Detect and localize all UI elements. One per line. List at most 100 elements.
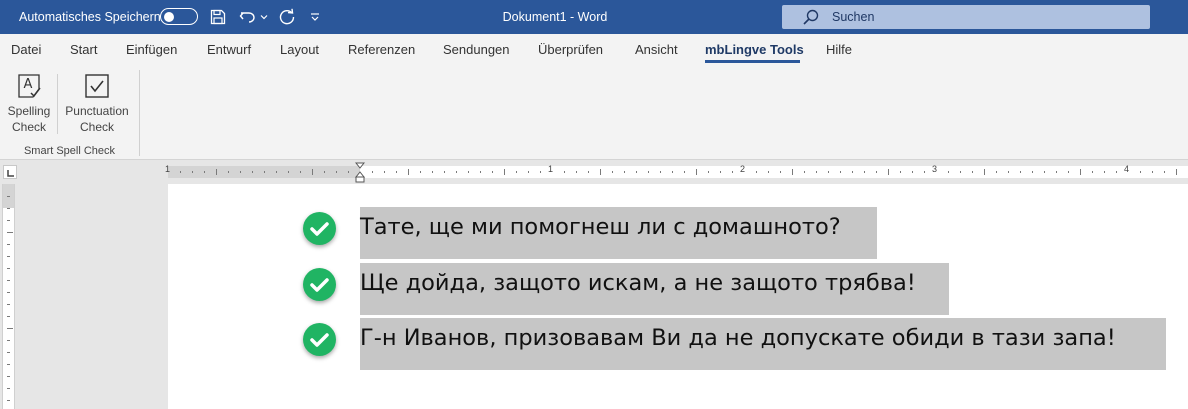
ruler-tick: [816, 171, 817, 173]
ruler-tick: [396, 171, 397, 173]
line-text: Ще дойда, защото искам, а не защото тряб…: [360, 270, 916, 296]
vertical-ruler[interactable]: [2, 184, 15, 409]
vertical-ruler-tick: [7, 268, 10, 269]
ruler-tick: [828, 171, 829, 173]
title-bar: Automatisches Speichern Dokument1 - Word…: [0, 0, 1188, 34]
tab-hilfe[interactable]: Hilfe: [826, 42, 852, 57]
ruler-tick: [1020, 171, 1021, 173]
vertical-ruler-tick: [7, 196, 10, 197]
ruler-tick: [540, 171, 541, 173]
ruler-tick: [900, 171, 901, 173]
active-tab-indicator: [705, 60, 800, 63]
ruler-tick: [948, 171, 949, 173]
ruler-tick: [1176, 169, 1177, 175]
ruler-tick: [336, 171, 337, 173]
tab-mblingve-tools[interactable]: mbLingve Tools: [705, 42, 804, 57]
tab-ueberpruefen[interactable]: Überprüfen: [538, 42, 603, 57]
ruler-tick: [708, 171, 709, 173]
vertical-ruler-tick: [7, 292, 10, 293]
ruler-tick: [1068, 171, 1069, 173]
ruler-tick: [960, 171, 961, 173]
ruler-tick: [420, 171, 421, 173]
tab-selector[interactable]: [3, 165, 17, 179]
vertical-ruler-tick: [7, 364, 10, 365]
ruler-tick: [456, 171, 457, 173]
punctuation-check-label-2: Check: [79, 120, 114, 134]
spelling-check-label-1: Spelling: [7, 104, 51, 118]
ruler-tick: [276, 171, 277, 173]
ruler-tick: [1140, 171, 1141, 173]
ruler-tick: [720, 171, 721, 173]
document-page[interactable]: Тате, ще ми помогнеш ли с домашното? Ще …: [168, 184, 1188, 409]
horizontal-ruler[interactable]: 1 1 2 3 4: [165, 164, 1188, 178]
vertical-ruler-tick: [7, 400, 10, 401]
ruler-tick: [768, 171, 769, 173]
ruler-tick: [684, 171, 685, 173]
ruler-tick: [780, 171, 781, 173]
vertical-ruler-tick: [7, 280, 10, 281]
tab-einfuegen[interactable]: Einfügen: [126, 42, 177, 57]
ribbon-panel: A Spelling Check Punctuation Check Smart…: [0, 66, 1188, 160]
ruler-tick: [804, 171, 805, 173]
tab-start[interactable]: Start: [70, 42, 97, 57]
ruler-tick: [468, 171, 469, 173]
line-text: Тате, ще ми помогнеш ли с домашното?: [360, 214, 841, 240]
punctuation-check-button[interactable]: Punctuation Check: [62, 70, 132, 135]
document-line[interactable]: Ще дойда, защото искам, а не защото тряб…: [360, 263, 949, 315]
ruler-tick: [1116, 171, 1117, 173]
tab-ansicht[interactable]: Ansicht: [635, 42, 678, 57]
ruler-tick: [516, 171, 517, 173]
ruler-tick: [240, 171, 241, 173]
check-circle-icon: [303, 268, 336, 301]
ruler-tick: [792, 169, 793, 175]
ruler-tick: [576, 171, 577, 173]
ruler-tick: [1080, 169, 1081, 175]
ruler-tick: [588, 171, 589, 173]
ruler-tick: [984, 169, 985, 175]
ruler-tick: [444, 171, 445, 173]
punctuation-check-icon: [84, 73, 110, 99]
line-text: Г-н Иванов, призовавам Ви да не допускат…: [360, 325, 1116, 351]
spelling-check-button[interactable]: A Spelling Check: [6, 70, 52, 135]
ruler-tick: [504, 169, 505, 175]
tab-sendungen[interactable]: Sendungen: [443, 42, 510, 57]
tab-referenzen[interactable]: Referenzen: [348, 42, 415, 57]
ruler-tick: [204, 171, 205, 173]
document-line[interactable]: Тате, ще ми помогнеш ли с домашното?: [360, 207, 877, 259]
ruler-tick: [300, 171, 301, 173]
vertical-ruler-tick: [7, 256, 10, 257]
ruler-tick: [432, 171, 433, 173]
ruler-tick: [864, 171, 865, 173]
search-input[interactable]: Suchen: [782, 5, 1150, 29]
tab-layout[interactable]: Layout: [280, 42, 319, 57]
ruler-tick: [672, 171, 673, 173]
vertical-ruler-tick: [7, 352, 10, 353]
ruler-tick: [840, 171, 841, 173]
ribbon-group-divider: [139, 70, 140, 156]
vertical-ruler-tick: [7, 340, 10, 341]
ruler-tick: [288, 171, 289, 173]
check-circle-icon: [303, 212, 336, 245]
ruler-tick: [312, 169, 313, 175]
ruler-tick: [1008, 171, 1009, 173]
tab-entwurf[interactable]: Entwurf: [207, 42, 251, 57]
ruler-tick: [600, 169, 601, 175]
ruler-number: 3: [932, 164, 938, 174]
ruler-tick: [492, 171, 493, 173]
ruler-tick: [756, 171, 757, 173]
svg-text:A: A: [24, 77, 33, 92]
ruler-tick: [1044, 171, 1045, 173]
ruler-tick: [372, 171, 373, 173]
vertical-ruler-tick: [7, 208, 10, 209]
ruler-tick: [732, 171, 733, 173]
ruler-tick: [384, 171, 385, 173]
ribbon-button-divider: [57, 74, 58, 134]
ruler-tick: [888, 169, 889, 175]
document-line[interactable]: Г-н Иванов, призовавам Ви да не допускат…: [360, 318, 1166, 370]
ruler-tick: [972, 171, 973, 173]
ruler-tick: [612, 171, 613, 173]
ruler-tick: [480, 171, 481, 173]
tab-datei[interactable]: Datei: [11, 42, 41, 57]
ruler-tick: [1056, 171, 1057, 173]
ruler-tick: [324, 171, 325, 173]
